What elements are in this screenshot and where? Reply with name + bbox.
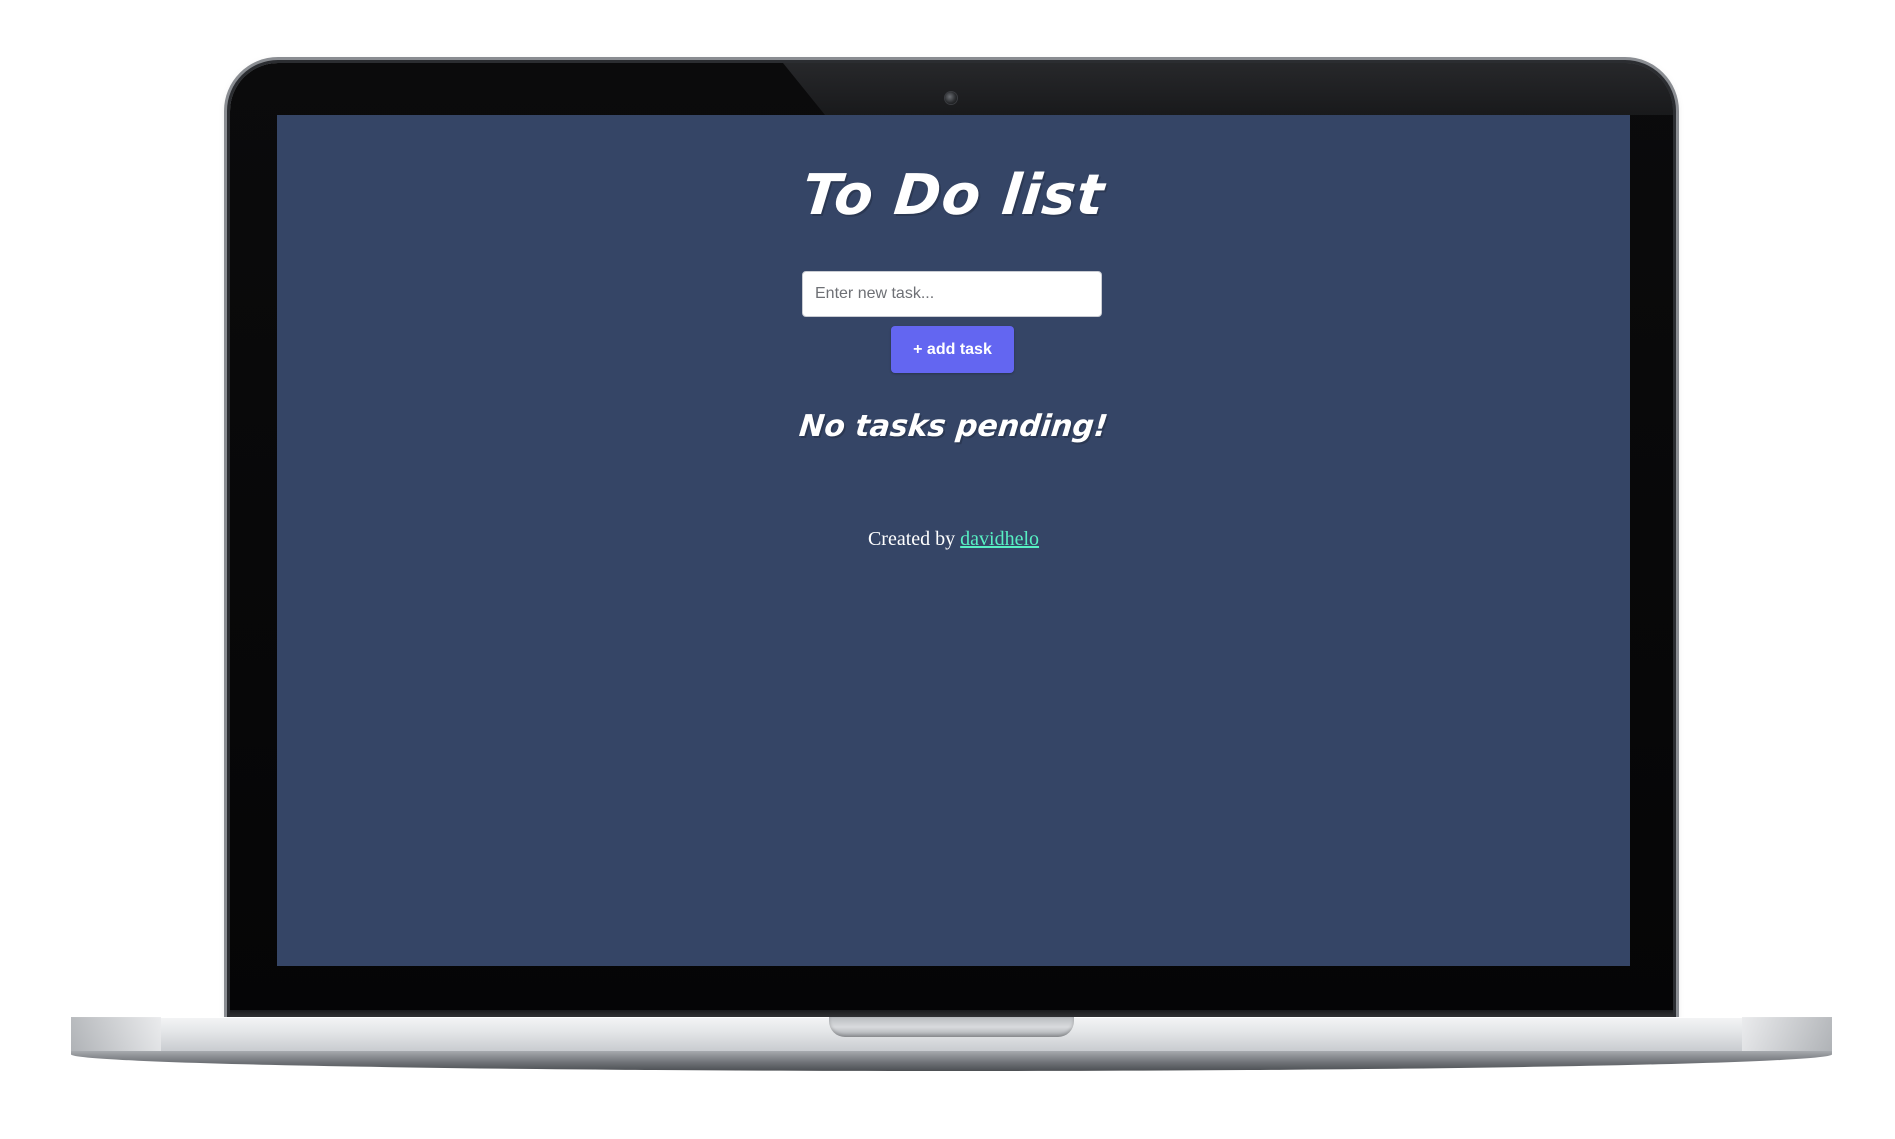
footer-credit-text: Created by <box>867 528 961 550</box>
new-task-input[interactable] <box>802 271 1102 317</box>
page-title: To Do list <box>799 163 1108 228</box>
empty-state-message: No tasks pending! <box>797 409 1110 444</box>
footer: Created by davidhelo <box>277 528 1630 551</box>
author-link[interactable]: davidhelo <box>960 528 1039 550</box>
trackpad-notch <box>829 1017 1074 1037</box>
lid-reflection <box>783 63 1673 115</box>
camera-icon <box>945 92 957 104</box>
base-edge-right <box>1742 1017 1832 1051</box>
laptop-screen: To Do list + add task No tasks pending! … <box>277 115 1630 966</box>
todo-app: To Do list + add task No tasks pending! … <box>277 115 1630 966</box>
device-mockup: To Do list + add task No tasks pending! … <box>0 0 1895 1139</box>
base-edge-left <box>71 1017 161 1051</box>
add-task-button[interactable]: + add task <box>891 326 1014 373</box>
base-bottom-shadow <box>71 1051 1832 1071</box>
